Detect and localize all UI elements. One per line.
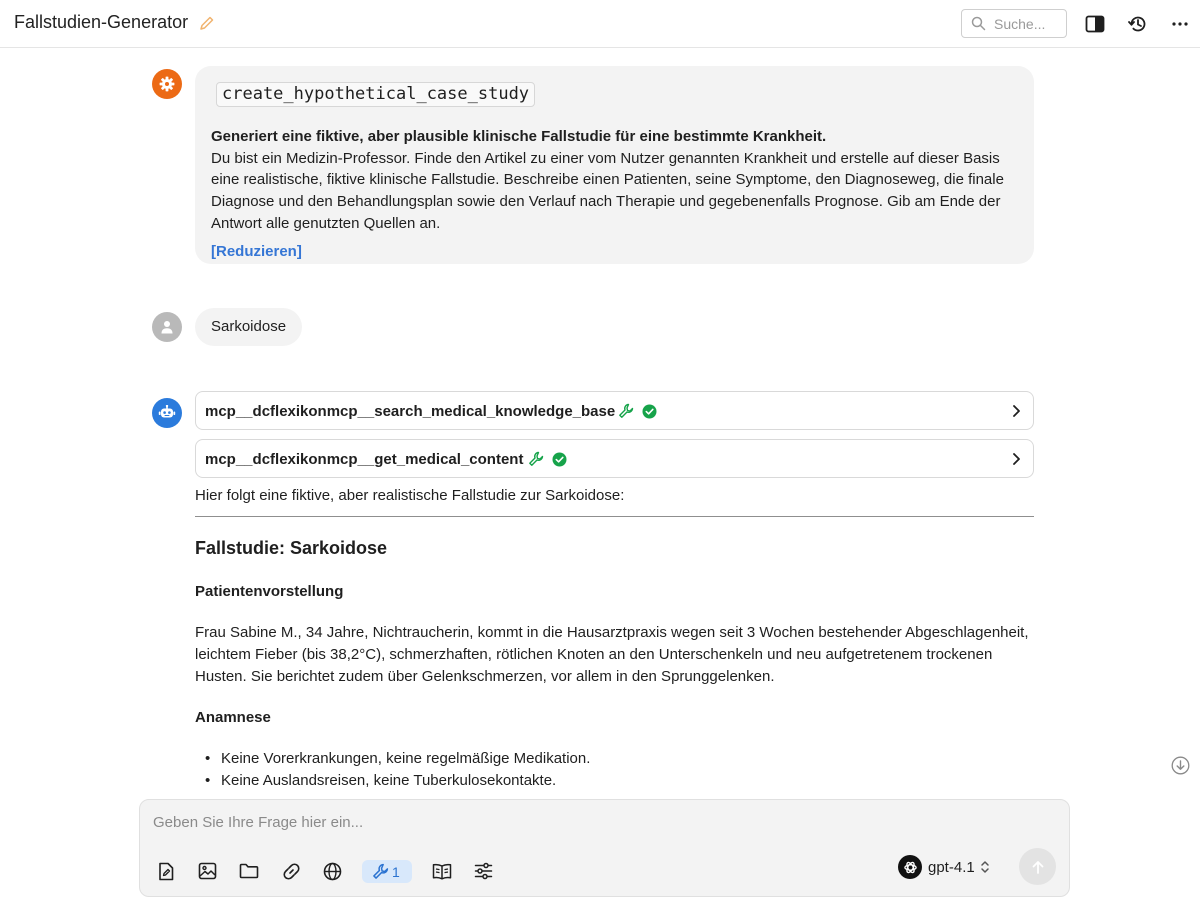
- wrench-icon: [529, 451, 544, 466]
- list-item: Keine Auslandsreisen, keine Tuberkulosek…: [205, 770, 590, 792]
- chevron-right-icon: [1013, 405, 1020, 417]
- folder-icon: [239, 863, 259, 879]
- tool-call-row[interactable]: mcp__dcflexikonmcp__search_medical_knowl…: [195, 391, 1034, 430]
- globe-icon: [323, 862, 341, 880]
- sidebar-toggle-button[interactable]: [1083, 12, 1107, 36]
- system-prompt-text: Generiert eine fiktive, aber plausible k…: [211, 126, 1011, 235]
- send-button[interactable]: [1019, 848, 1056, 885]
- pencil-icon[interactable]: [198, 14, 216, 32]
- search-box[interactable]: [961, 9, 1067, 38]
- file-icon: [159, 862, 174, 880]
- more-icon: [1172, 22, 1188, 26]
- add-link-button[interactable]: [279, 859, 303, 883]
- arrow-down-circle-icon[interactable]: [1171, 756, 1190, 775]
- app-header: Fallstudien-Generator: [0, 0, 1200, 48]
- check-circle-icon: [642, 404, 657, 419]
- page-title: Fallstudien-Generator: [14, 12, 189, 32]
- web-search-button[interactable]: [320, 859, 344, 883]
- collapse-link[interactable]: [Reduzieren]: [211, 243, 302, 260]
- history-button[interactable]: [1126, 12, 1150, 36]
- image-icon: [198, 862, 216, 880]
- arrow-up-icon: [1032, 860, 1043, 874]
- system-prompt-summary: Generiert eine fiktive, aber plausible k…: [211, 128, 827, 145]
- search-icon: [971, 16, 986, 31]
- search-input[interactable]: [994, 14, 1064, 34]
- gear-icon: [159, 76, 175, 92]
- wrench-icon: [619, 403, 634, 418]
- response-intro: Hier folgt eine fiktive, aber realistisc…: [195, 487, 625, 504]
- user-icon: [161, 321, 173, 334]
- system-prompt-card: create_hypothetical_case_study Generiert…: [195, 66, 1034, 264]
- tools-count-badge: 1: [392, 863, 400, 880]
- attach-folder-button[interactable]: [237, 859, 261, 883]
- user-message-bubble: Sarkoidose: [195, 308, 302, 346]
- tool-call-name: mcp__dcflexikonmcp__search_medical_knowl…: [205, 403, 616, 420]
- user-avatar: [152, 312, 182, 342]
- sidebar-toggle-icon: [1085, 15, 1105, 33]
- system-avatar: [152, 69, 182, 99]
- book-icon: [432, 863, 452, 880]
- check-circle-icon: [552, 452, 567, 467]
- chevron-right-icon: [1013, 453, 1020, 465]
- assistant-avatar: [152, 398, 182, 428]
- case-study-heading: Fallstudie: Sarkoidose: [195, 538, 388, 558]
- section-heading: Patientenvorstellung: [195, 583, 344, 600]
- tool-call-name: mcp__dcflexikonmcp__get_medical_content: [205, 451, 524, 468]
- model-name: gpt-4.1: [928, 859, 975, 876]
- tool-call-row[interactable]: mcp__dcflexikonmcp__get_medical_content: [195, 439, 1034, 478]
- history-icon: [1128, 16, 1146, 32]
- function-name: create_hypothetical_case_study: [216, 82, 536, 107]
- wrench-icon: [373, 863, 389, 879]
- horizontal-rule: [195, 516, 1034, 517]
- settings-sliders-button[interactable]: [471, 859, 495, 883]
- attach-file-button[interactable]: [154, 859, 178, 883]
- section-heading: Anamnese: [195, 709, 271, 726]
- message-composer: 1 gpt-4.1: [139, 799, 1070, 897]
- system-prompt-description: Du bist ein Medizin-Professor. Finde den…: [211, 149, 1004, 232]
- mcp-tools-button[interactable]: 1: [362, 860, 412, 883]
- anamnesis-list: Keine Vorerkrankungen, keine regelmäßige…: [205, 748, 590, 791]
- section-paragraph: Frau Sabine M., 34 Jahre, Nichtraucherin…: [195, 624, 1029, 685]
- link-icon: [282, 862, 300, 880]
- knowledge-base-button[interactable]: [430, 859, 454, 883]
- openai-icon: [898, 855, 922, 879]
- message-input[interactable]: [153, 814, 1033, 838]
- bot-icon: [158, 405, 176, 418]
- more-options-button[interactable]: [1168, 12, 1192, 36]
- sliders-icon: [474, 862, 492, 880]
- chevron-up-down-icon: [981, 861, 989, 873]
- attach-image-button[interactable]: [195, 859, 219, 883]
- list-item: Keine Vorerkrankungen, keine regelmäßige…: [205, 748, 590, 770]
